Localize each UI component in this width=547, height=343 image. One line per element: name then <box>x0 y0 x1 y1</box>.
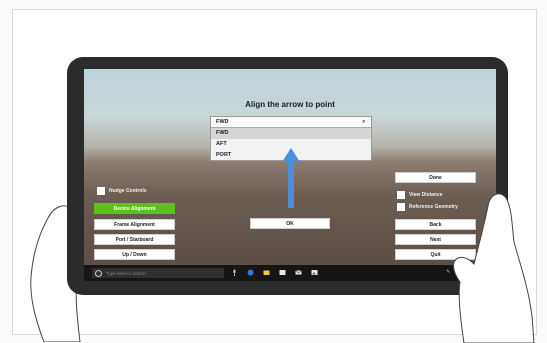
frame-alignment-button[interactable]: Frame Alignment <box>94 219 175 230</box>
taskbar-search-box[interactable]: Type here to search <box>92 268 224 278</box>
store-icon[interactable] <box>279 269 286 276</box>
chevron-down-icon[interactable]: ▾ <box>362 117 365 127</box>
dropdown-selected[interactable]: FWD ▾ <box>211 117 371 128</box>
dialog-title: Align the arrow to point <box>245 100 335 109</box>
file-explorer-icon[interactable] <box>263 269 270 276</box>
nudge-controls-checkbox[interactable]: Nudge Controls <box>97 187 147 195</box>
dropdown-selected-value: FWD <box>216 119 229 125</box>
view-distance-box[interactable] <box>397 191 405 199</box>
tablet-screen: Align the arrow to point FWD ▾ FWD AFT P… <box>84 69 496 281</box>
device-alignment-button[interactable]: Device Alignment <box>94 203 175 214</box>
search-placeholder: Type here to search <box>106 270 146 276</box>
cortana-icon[interactable] <box>95 269 102 277</box>
nudge-controls-box[interactable] <box>97 187 105 195</box>
port-starboard-button[interactable]: Port / Starboard <box>94 234 175 245</box>
right-hand <box>453 193 535 343</box>
view-distance-label: View Distance <box>409 192 443 198</box>
dropdown-option-fwd[interactable]: FWD <box>211 128 371 139</box>
up-down-button[interactable]: Up / Down <box>94 249 175 260</box>
nudge-controls-label: Nudge Controls <box>109 188 147 194</box>
done-button[interactable]: Done <box>395 172 476 183</box>
photos-icon[interactable] <box>311 269 318 276</box>
microphone-icon[interactable] <box>231 269 238 276</box>
edge-browser-icon[interactable] <box>247 269 254 276</box>
view-distance-checkbox[interactable]: View Distance <box>397 191 443 199</box>
alignment-arrow-icon[interactable] <box>282 148 300 208</box>
ok-button[interactable]: OK <box>250 218 330 229</box>
reference-geometry-box[interactable] <box>397 203 405 211</box>
windows-taskbar: Type here to search ✎ ⌃ ▭ ◂ ▮ <box>84 265 496 281</box>
mail-icon[interactable] <box>295 269 302 276</box>
